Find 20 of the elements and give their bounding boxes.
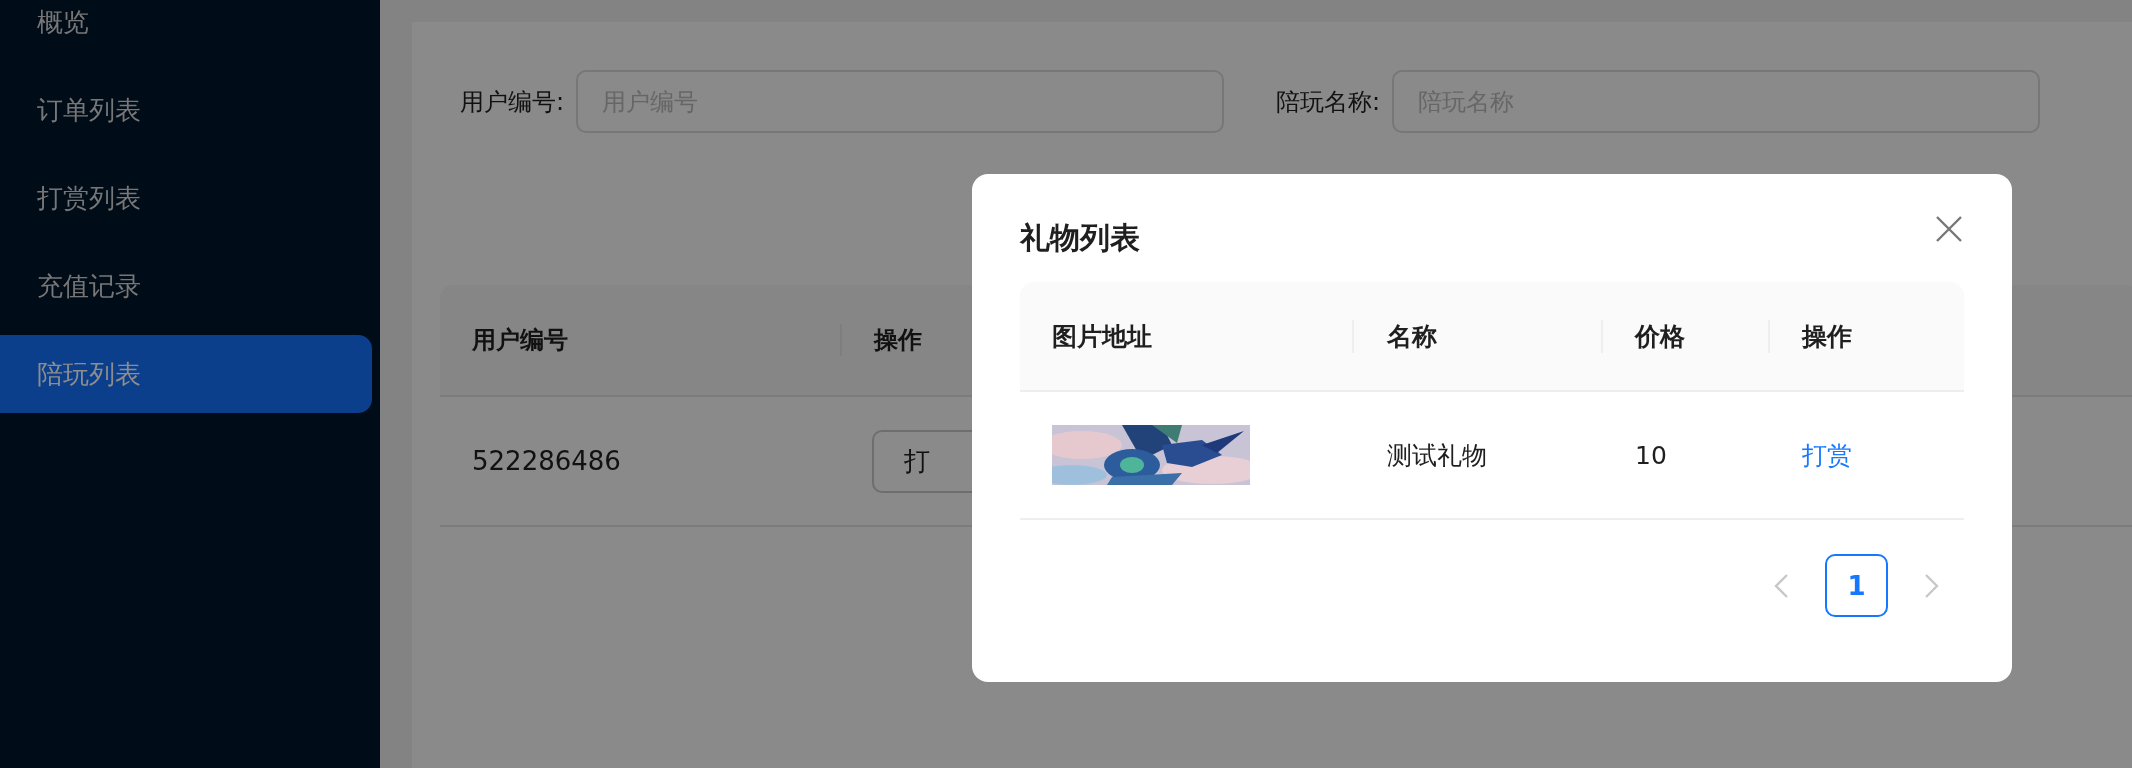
table-cell: 522286486: [472, 446, 621, 476]
menu-item[interactable]: 陪玩列表: [0, 335, 372, 413]
menu-item[interactable]: 概览: [0, 0, 372, 61]
menu-item[interactable]: 充值记录: [0, 247, 372, 325]
menu-item[interactable]: 订单列表: [0, 71, 372, 149]
menu-item[interactable]: 打赏列表: [0, 159, 372, 237]
column-header: 图片地址: [1052, 321, 1152, 351]
table-cell: 10: [1635, 440, 1667, 470]
reward-link[interactable]: 打赏: [1802, 440, 1852, 470]
column-header: 用户编号: [472, 326, 568, 354]
column-header: 操作: [874, 326, 922, 354]
field-label: 用户编号:: [460, 86, 565, 118]
column-header: 操作: [1802, 321, 1852, 351]
table-cell: 测试礼物: [1387, 440, 1487, 470]
field-label: 陪玩名称:: [1276, 86, 1381, 118]
column-header: 名称: [1387, 321, 1437, 351]
column-header: 价格: [1635, 321, 1685, 351]
close-icon[interactable]: [1934, 214, 1964, 244]
page-button[interactable]: 1: [1825, 554, 1888, 617]
modal-title: 礼物列表: [1020, 218, 1140, 257]
